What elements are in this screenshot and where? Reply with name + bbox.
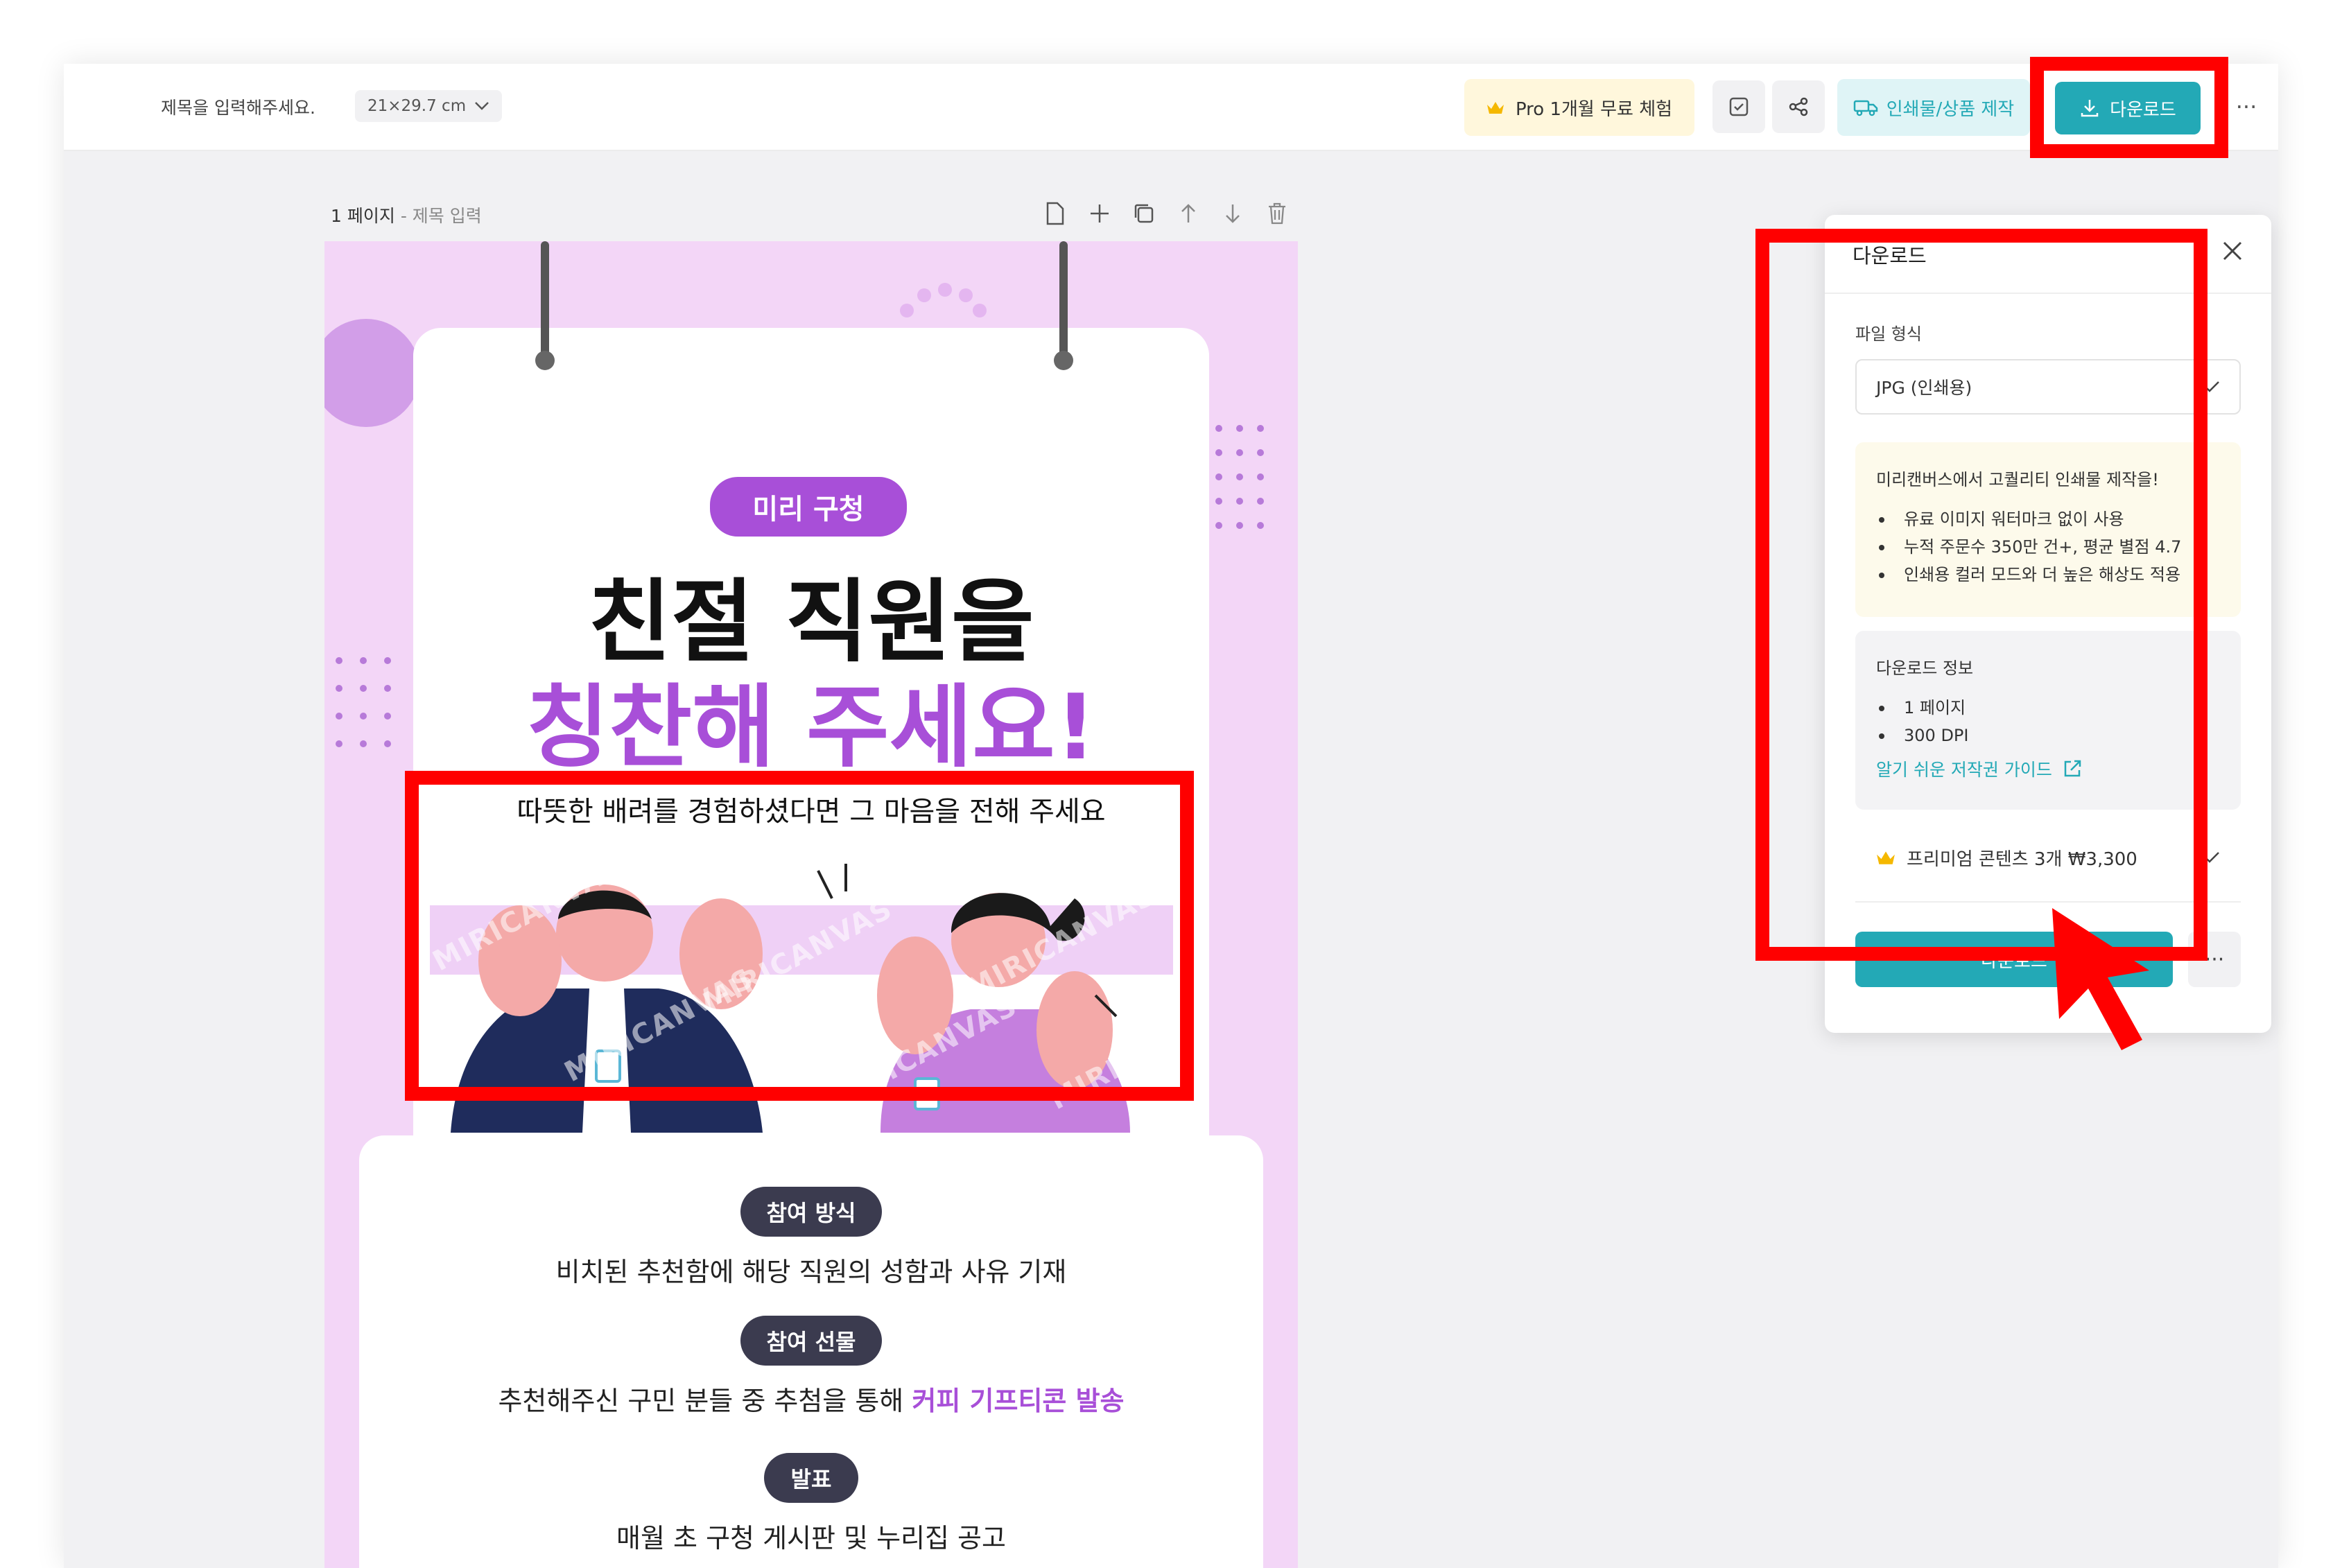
section-text-announce: 매월 초 구청 게시판 및 누리집 공고 xyxy=(616,1523,1006,1553)
save-button[interactable] xyxy=(1712,80,1765,133)
hanger-string-right xyxy=(1059,241,1068,358)
page-title-hint[interactable]: - 제목 입력 xyxy=(401,206,482,226)
share-button[interactable] xyxy=(1772,80,1825,133)
add-page-icon[interactable] xyxy=(1086,200,1113,227)
share-icon xyxy=(1789,97,1808,116)
truck-icon xyxy=(1853,100,1878,116)
highlight-download-panel xyxy=(1755,229,2207,961)
pro-trial-button[interactable]: Pro 1개월 무료 체험 xyxy=(1464,79,1694,136)
trash-icon[interactable] xyxy=(1263,200,1291,227)
crown-icon xyxy=(1486,102,1504,114)
hanger-hook-left xyxy=(535,351,555,370)
page-label: 1 페이지 - 제목 입력 xyxy=(331,202,482,227)
section-text-gift: 추천해주신 구민 분들 중 추첨을 통해 커피 기프티콘 발송 xyxy=(324,1379,1298,1418)
gift-text: 추천해주신 구민 분들 중 추첨을 통해 xyxy=(498,1386,904,1416)
document-title-input[interactable]: 제목을 입력해주세요. xyxy=(161,94,315,119)
move-down-icon[interactable] xyxy=(1219,200,1247,227)
close-icon[interactable] xyxy=(2219,237,2246,265)
badge-pill: 미리 구청 xyxy=(710,477,907,537)
section-pill-method: 참여 방식 xyxy=(740,1187,882,1237)
section-text-method: 비치된 추천함에 해당 직원의 성함과 사유 기재 xyxy=(555,1257,1067,1287)
hanger-string-left xyxy=(541,241,549,358)
top-toolbar: 제목을 입력해주세요. 21×29.7 cm Pro 1개월 무료 체험 인쇄물… xyxy=(64,64,2278,151)
page-number: 1 페이지 xyxy=(331,206,395,226)
move-up-icon[interactable] xyxy=(1174,200,1202,227)
paper-size-label: 21×29.7 cm xyxy=(367,97,467,115)
page-tools xyxy=(1041,200,1291,227)
section-pill-gift: 참여 선물 xyxy=(740,1316,882,1366)
decor-circle-left xyxy=(324,319,420,427)
section-pill-announce: 발표 xyxy=(764,1453,858,1503)
pro-trial-label: Pro 1개월 무료 체험 xyxy=(1515,98,1673,120)
highlight-download-button xyxy=(2030,57,2228,158)
hanger-hook-right xyxy=(1054,351,1073,370)
print-order-label: 인쇄물/상품 제작 xyxy=(1886,98,2015,120)
decor-dots-right xyxy=(1215,425,1264,529)
paper-size-select[interactable]: 21×29.7 cm xyxy=(355,90,503,122)
duplicate-page-icon[interactable] xyxy=(1130,200,1158,227)
cursor-arrow-icon xyxy=(2052,908,2149,1050)
print-order-button[interactable]: 인쇄물/상품 제작 xyxy=(1837,79,2030,136)
headline-line2: 칭찬해 주세요! xyxy=(526,674,1097,780)
gift-highlight: 커피 기프티콘 발송 xyxy=(912,1386,1125,1416)
chevron-down-icon xyxy=(475,102,489,110)
save-icon xyxy=(1729,97,1749,116)
highlight-watermarked-image xyxy=(405,771,1194,1101)
new-page-icon[interactable] xyxy=(1041,200,1069,227)
